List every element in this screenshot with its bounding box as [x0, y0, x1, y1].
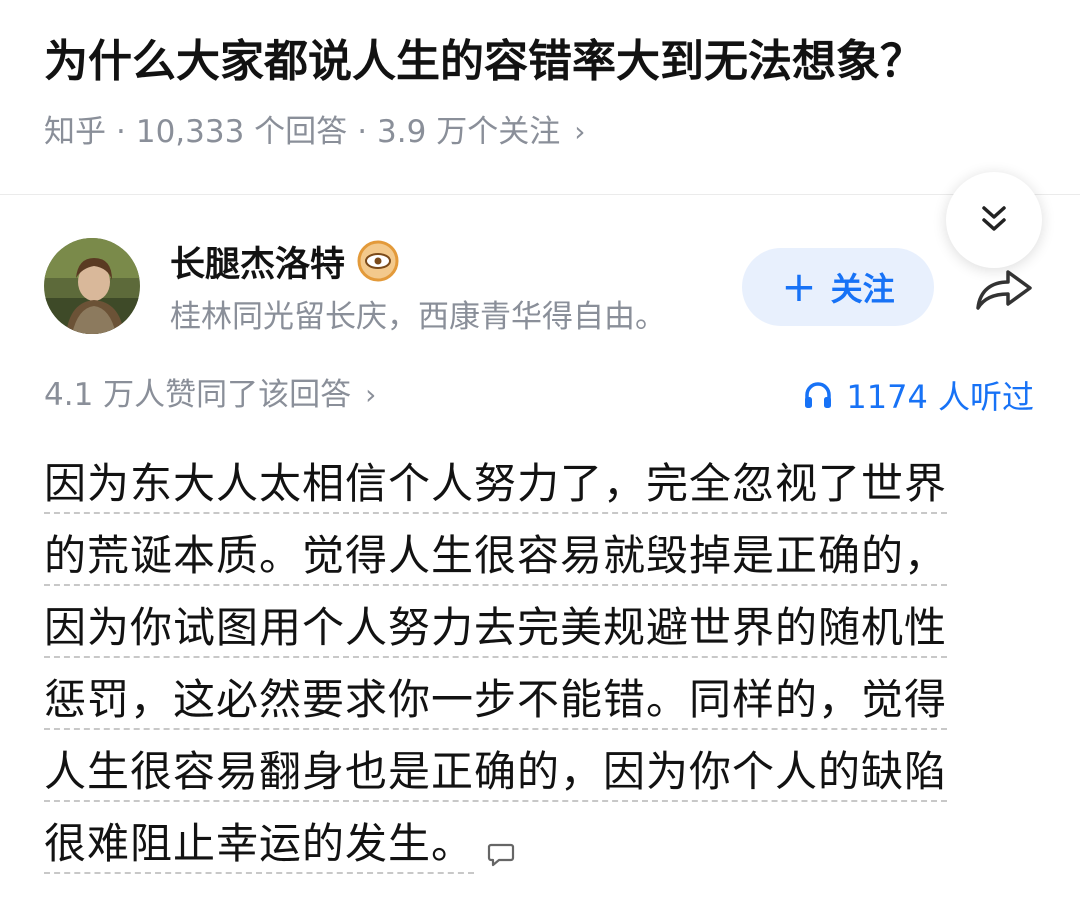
chevron-right-icon: › — [574, 115, 586, 148]
answer-content: 因为东大人太相信个人努力了，完全忽视了世界 的荒诞本质。觉得人生很容易就毁掉是正… — [44, 456, 1034, 888]
author-name[interactable]: 长腿杰洛特 — [170, 236, 399, 286]
answer-line: 人生很容易翻身也是正确的，因为你个人的缺陷 — [44, 744, 948, 802]
follower-count: 3.9 万个关注 — [377, 114, 561, 150]
answer-line: 的荒诞本质。觉得人生很容易就毁掉是正确的， — [44, 528, 948, 586]
source-label: 知乎 — [44, 114, 106, 150]
answer-line: 因为你试图用个人努力去完美规避世界的随机性 — [44, 600, 948, 658]
comment-bubble-icon[interactable] — [487, 840, 515, 868]
author-name-text: 长腿杰洛特 — [170, 244, 346, 285]
meta-separator: · — [357, 114, 368, 150]
answer-count: 10,333 个回答 — [135, 114, 348, 150]
avatar[interactable] — [44, 238, 140, 334]
answer-line: 惩罚，这必然要求你一步不能错。同样的，觉得 — [44, 672, 948, 730]
headphones-icon — [805, 382, 832, 408]
double-chevron-down-icon — [982, 206, 1006, 231]
plus-icon: + — [781, 262, 817, 311]
follow-label: 关注 — [830, 270, 895, 308]
listen-count: 1174 人听过 — [846, 378, 1034, 416]
follow-button[interactable]: + 关注 — [742, 248, 934, 326]
author-bio: 桂林同光留长庆，西康青华得自由。 — [170, 299, 666, 335]
question-meta[interactable]: 知乎 · 10,333 个回答 · 3.9 万个关注 › — [44, 110, 585, 154]
answer-line: 很难阻止幸运的发生。 — [44, 816, 475, 874]
chevron-right-icon: › — [365, 378, 377, 411]
divider — [0, 194, 1080, 195]
share-arrow-icon[interactable] — [972, 262, 1036, 314]
upvote-summary[interactable]: 4.1 万人赞同了该回答 › — [44, 372, 376, 418]
listen-button[interactable]: 1174 人听过 — [802, 372, 1034, 418]
upvote-count: 4.1 万人赞同了该回答 — [44, 377, 352, 413]
answer-line: 因为东大人太相信个人努力了，完全忽视了世界 — [44, 456, 948, 514]
question-title[interactable]: 为什么大家都说人生的容错率大到无法想象？ — [44, 30, 1044, 94]
meta-separator: · — [116, 114, 126, 150]
eye-badge-icon — [357, 240, 399, 282]
collapse-button[interactable] — [946, 172, 1042, 268]
